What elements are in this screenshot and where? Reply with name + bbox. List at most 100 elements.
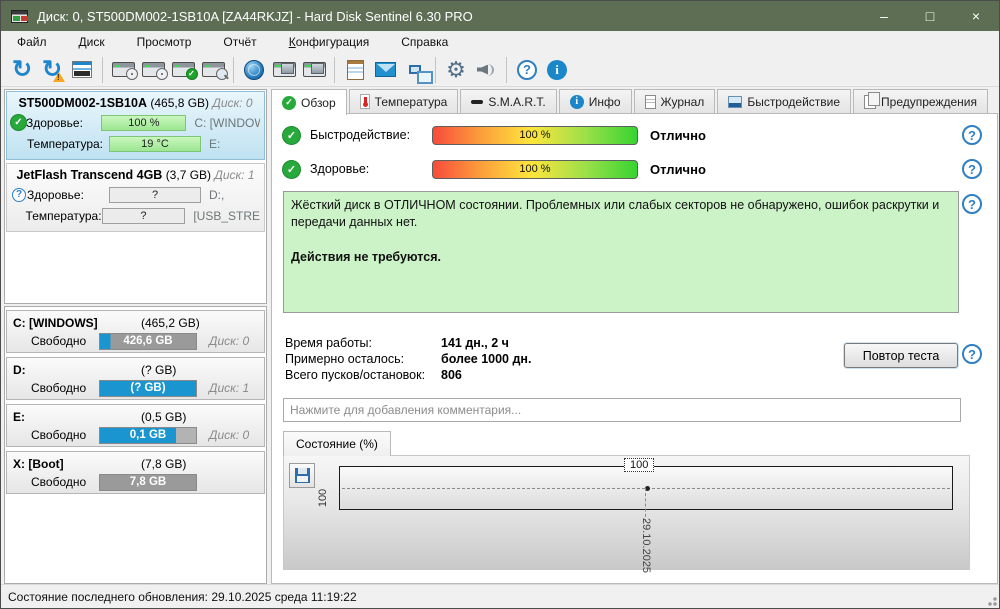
menubar: Файл Диск Просмотр Отчёт Конфигурация Сп… [1, 31, 999, 53]
titlebar: Диск: 0, ST500DM002-1SB10A [ZA44RKJZ] - … [1, 1, 999, 31]
help-icon[interactable]: ? [962, 344, 982, 364]
disk-copy-icon [272, 62, 296, 77]
tab-temperature[interactable]: Температура [348, 89, 459, 113]
settings-button[interactable]: ⚙ [441, 55, 471, 85]
menu-file[interactable]: Файл [5, 33, 59, 51]
report-button[interactable] [67, 55, 97, 85]
disk-clock-button[interactable] [138, 55, 168, 85]
disk-model: JetFlash Transcend 4GB [16, 168, 163, 182]
plot-area [339, 466, 953, 510]
menu-report[interactable]: Отчёт [211, 33, 268, 51]
notepad-button[interactable] [340, 55, 370, 85]
partition-size: (465,2 GB) [141, 315, 200, 330]
health-message: Жёсткий диск в ОТЛИЧНОМ состоянии. Пробл… [291, 198, 940, 229]
disk-list: ST500DM002-1SB10A (465,8 GB) Диск: 0 ✓ З… [4, 89, 267, 304]
health-bar: 100 % [432, 159, 638, 179]
toolbar-separator [435, 56, 436, 83]
tabbar: ✓ Обзор Температура S.M.A.R.T. i Инфо Журн… [271, 89, 990, 115]
save-icon [294, 468, 310, 483]
stat-value: более 1000 дн. [441, 352, 532, 366]
minimize-button[interactable]: – [861, 1, 907, 31]
help-icon[interactable]: ? [962, 125, 982, 145]
stat-value: 141 дн., 2 ч [441, 336, 509, 350]
y-axis-tick: 100 [317, 488, 330, 508]
disk-gauge-icon [111, 62, 138, 80]
partition-list: C: [WINDOWS] (465,2 GB) Свободно 426,6 G… [4, 306, 267, 584]
disk-card-0[interactable]: ST500DM002-1SB10A (465,8 GB) Диск: 0 ✓ З… [6, 91, 265, 160]
stat-value: 806 [441, 368, 462, 382]
disk-check-button[interactable]: ✓ [168, 55, 198, 85]
free-space-bar: (? GB) [99, 379, 197, 397]
history-tab-label: Состояние (%) [296, 437, 378, 451]
stat-label: Время работы: [285, 336, 372, 350]
close-button[interactable]: × [953, 1, 999, 31]
mail-button[interactable] [370, 55, 400, 85]
tab-overview[interactable]: ✓ Обзор [271, 89, 347, 115]
network-button[interactable] [400, 55, 433, 85]
refresh-button[interactable]: ↻ [7, 55, 37, 85]
partition-name: X: [Boot] [13, 456, 64, 471]
network-disk-icon [244, 59, 264, 80]
menu-disk[interactable]: Диск [67, 33, 117, 51]
tab-log[interactable]: Журнал [633, 89, 716, 113]
free-space-bar: 7,8 GB [99, 473, 197, 491]
disk-gauge-button[interactable] [108, 55, 138, 85]
partition-size: (7,8 GB) [141, 456, 187, 471]
partition-card-e[interactable]: E: (0,5 GB) Свободно 0,1 GB Диск: 0 [6, 404, 265, 447]
disk-card-1[interactable]: JetFlash Transcend 4GB (3,7 GB) Диск: 1 … [6, 163, 265, 232]
help-icon[interactable]: ? [962, 159, 982, 179]
refresh-warning-button[interactable]: ↻ [37, 55, 67, 85]
tab-label: Обзор [301, 95, 336, 110]
partition-name: D: [13, 362, 26, 377]
tab-info[interactable]: i Инфо [558, 89, 632, 113]
menu-konfiguracija[interactable]: Конфигурация [277, 33, 382, 51]
health-status: Отлично [650, 161, 706, 177]
tab-label: Журнал [660, 94, 705, 109]
help-button[interactable]: ? [512, 55, 542, 85]
free-space-bar: 426,6 GB [99, 332, 197, 350]
partition-name: E: [13, 409, 25, 424]
maximize-button[interactable]: □ [907, 1, 953, 31]
chart-icon [728, 95, 743, 108]
partition-size: (0,5 GB) [141, 409, 187, 424]
disk-model: ST500DM002-1SB10A [18, 96, 147, 110]
partition-card-x[interactable]: X: [Boot] (7,8 GB) Свободно 7,8 GB [6, 451, 265, 494]
health-label: Здоровье: [27, 187, 84, 202]
ok-icon: ✓ [283, 160, 300, 178]
disk-size: (465,8 GB) [150, 96, 210, 110]
comment-input[interactable] [283, 398, 961, 422]
volume-label: D:, [209, 187, 225, 202]
retest-button[interactable]: Повтор теста [844, 343, 958, 368]
temp-label: Температура: [27, 136, 104, 151]
save-chart-button[interactable] [289, 463, 315, 488]
volume-label: E: [209, 136, 221, 151]
partition-card-c[interactable]: C: [WINDOWS] (465,2 GB) Свободно 426,6 G… [6, 310, 265, 353]
help-icon[interactable]: ? [962, 194, 982, 214]
health-bar: ? [109, 186, 201, 203]
status-history-chart: 100 100 29.10.2025 [283, 455, 970, 573]
tab-alerts[interactable]: Предупреждения [853, 89, 988, 113]
menu-help[interactable]: Справка [389, 33, 460, 51]
tab-label: Температура [374, 94, 448, 109]
pages-icon [864, 91, 881, 109]
health-bar: 100 % [101, 114, 187, 131]
sidebar: ST500DM002-1SB10A (465,8 GB) Диск: 0 ✓ З… [4, 89, 267, 584]
history-tab-status[interactable]: Состояние (%) [283, 431, 391, 456]
network-disk-button[interactable] [239, 55, 269, 85]
menu-view[interactable]: Просмотр [125, 33, 204, 51]
partition-name: C: [WINDOWS] [13, 315, 98, 330]
toolbar-separator [102, 56, 103, 83]
disk-search-button[interactable] [198, 55, 228, 85]
disk-eject-button[interactable] [299, 55, 329, 85]
info-button[interactable]: i [542, 55, 572, 85]
resize-grip[interactable] [985, 594, 997, 606]
tab-smart[interactable]: S.M.A.R.T. [460, 89, 557, 113]
tab-label: S.M.A.R.T. [488, 94, 546, 109]
disk-title: ST500DM002-1SB10A (465,8 GB) Диск: 0 [11, 94, 260, 110]
disk-copy-button[interactable] [269, 55, 299, 85]
report-icon [72, 61, 92, 78]
tab-performance[interactable]: Быстродействие [717, 89, 852, 113]
sound-button[interactable] [471, 55, 501, 85]
partition-card-d[interactable]: D: (? GB) Свободно (? GB) Диск: 1 [6, 357, 265, 400]
toolbar-separator [334, 56, 335, 83]
